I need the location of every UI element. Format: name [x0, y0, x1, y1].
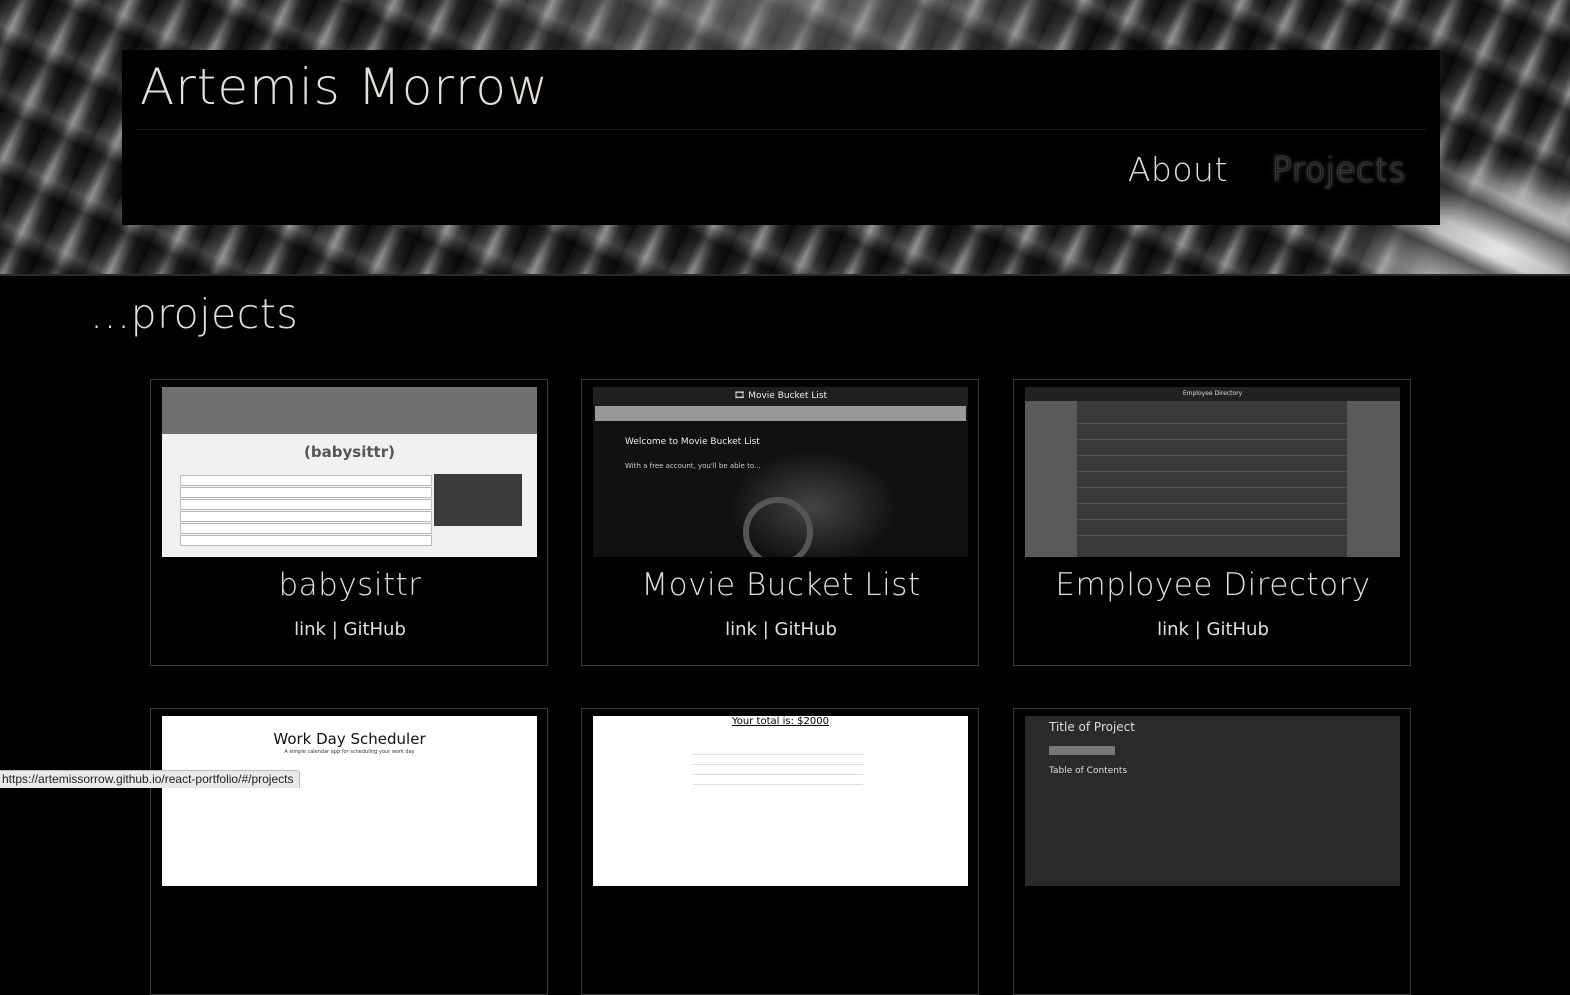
project-thumbnail[interactable]: Title of Project Table of Contents — [1025, 716, 1400, 886]
project-title: Employee Directory — [1055, 567, 1371, 603]
project-links: link | GitHub — [582, 618, 980, 642]
project-title: Movie Bucket List — [641, 567, 921, 603]
project-links: link | GitHub — [151, 618, 549, 642]
main-nav: About Projects — [1128, 150, 1406, 190]
thumbnail-heading: (babysittr) — [304, 443, 395, 461]
github-link[interactable]: GitHub — [344, 619, 406, 640]
project-card-babysittr: (babysittr) babysittr link | GitHub — [150, 379, 548, 666]
nav-about[interactable]: About — [1128, 150, 1228, 190]
nav-projects[interactable]: Projects — [1272, 150, 1406, 190]
project-link[interactable]: link — [294, 619, 326, 640]
thumbnail-heading: Work Day Scheduler — [273, 730, 426, 748]
project-card-readme-generator: Title of Project Table of Contents — [1013, 708, 1411, 995]
project-thumbnail[interactable]: Your total is: $2000 — [593, 716, 968, 886]
thumbnail-heading: Title of Project — [1049, 720, 1135, 734]
project-title: babysittr — [278, 567, 422, 603]
project-thumbnail[interactable]: (babysittr) — [162, 387, 537, 557]
project-thumbnail[interactable]: 🎞 Movie Bucket List Welcome to Movie Buc… — [593, 387, 968, 557]
project-link[interactable]: link — [1157, 619, 1189, 640]
license-badge — [1049, 746, 1115, 755]
github-link[interactable]: GitHub — [1207, 619, 1269, 640]
link-separator: | — [1194, 619, 1201, 640]
project-links: link | GitHub — [1014, 618, 1412, 642]
project-card-budget-tracker: Your total is: $2000 — [581, 708, 979, 995]
project-card-work-day-scheduler: Work Day Scheduler A simple calendar app… — [150, 708, 548, 995]
header-divider — [136, 129, 1426, 130]
link-separator: | — [762, 619, 769, 640]
thumbnail-toc: Table of Contents — [1049, 766, 1128, 776]
thumbnail-heading: Your total is: $2000 — [732, 716, 829, 727]
thumbnail-subheading: A simple calendar app for scheduling you… — [284, 749, 415, 755]
thumbnail-heading: 🎞 Movie Bucket List — [593, 387, 968, 406]
github-link[interactable]: GitHub — [775, 619, 837, 640]
browser-status-url: https://artemissorrow.github.io/react-po… — [0, 770, 301, 788]
project-link[interactable]: link — [725, 619, 757, 640]
site-title[interactable]: Artemis Morrow — [140, 54, 549, 120]
project-thumbnail[interactable]: Employee Directory — [1025, 387, 1400, 557]
page-title: ...projects — [90, 290, 299, 338]
link-separator: | — [331, 619, 338, 640]
thumbnail-heading: Employee Directory — [1025, 387, 1400, 401]
project-thumbnail[interactable]: Work Day Scheduler A simple calendar app… — [162, 716, 537, 886]
project-card-employee-directory: Employee Directory Employee Directory li… — [1013, 379, 1411, 666]
thumbnail-tagline: With a free account, you'll be able to..… — [625, 462, 761, 470]
thumbnail-welcome: Welcome to Movie Bucket List — [625, 437, 760, 447]
project-card-movie-bucket-list: 🎞 Movie Bucket List Welcome to Movie Buc… — [581, 379, 979, 666]
